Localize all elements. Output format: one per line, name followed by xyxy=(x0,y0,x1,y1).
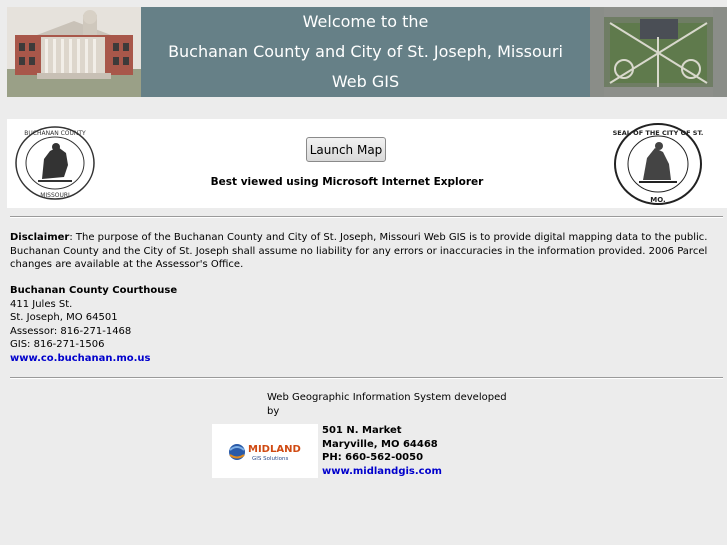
courthouse-contact: Buchanan County Courthouse 411 Jules St.… xyxy=(10,284,177,365)
seal-band: BUCHANAN COUNTY MISSOURI Launch Map Best… xyxy=(7,119,727,208)
welcome-title: Welcome to the Buchanan County and City … xyxy=(141,7,590,97)
browser-notice: Best viewed using Microsoft Internet Exp… xyxy=(210,176,484,188)
disclaimer-label: Disclaimer xyxy=(10,232,70,243)
svg-text:SEAL OF THE CITY OF ST.: SEAL OF THE CITY OF ST. xyxy=(613,129,703,137)
divider xyxy=(10,377,723,379)
disclaimer-text: Disclaimer: The purpose of the Buchanan … xyxy=(10,231,710,272)
assessor-phone: Assessor: 816-271-1468 xyxy=(10,325,132,337)
aerial-photo xyxy=(590,7,727,97)
launch-map-button[interactable]: Launch Map xyxy=(306,137,386,162)
midland-city: Maryville, MO 64468 xyxy=(322,438,438,450)
web-gis-line: Web GIS xyxy=(331,72,400,91)
buchanan-county-seal: BUCHANAN COUNTY MISSOURI xyxy=(14,125,96,201)
st-joseph-city-seal: SEAL OF THE CITY OF ST. MO. xyxy=(613,122,703,206)
midland-website-link[interactable]: www.midlandgis.com xyxy=(322,466,442,477)
header-banner: Welcome to the Buchanan County and City … xyxy=(7,7,727,97)
developed-by-text: Web Geographic Information System develo… xyxy=(267,392,507,417)
svg-text:MISSOURI: MISSOURI xyxy=(40,192,70,199)
midland-gis-logo[interactable]: MIDLAND GIS Solutions xyxy=(212,424,318,478)
logo-subtitle: GIS Solutions xyxy=(252,456,289,462)
courthouse-street: 411 Jules St. xyxy=(10,298,73,310)
courthouse-name: Buchanan County Courthouse xyxy=(10,285,178,296)
county-website-link[interactable]: www.co.buchanan.mo.us xyxy=(10,353,151,364)
site-name-line: Buchanan County and City of St. Joseph, … xyxy=(168,42,563,61)
svg-text:MO.: MO. xyxy=(650,196,665,204)
logo-name: MIDLAND xyxy=(248,444,301,455)
disclaimer-body: : The purpose of the Buchanan County and… xyxy=(10,232,708,270)
gis-phone: GIS: 816-271-1506 xyxy=(10,339,105,350)
courthouse-city: St. Joseph, MO 64501 xyxy=(10,312,118,323)
svg-text:BUCHANAN COUNTY: BUCHANAN COUNTY xyxy=(24,130,86,137)
divider xyxy=(10,216,723,218)
midland-phone: PH: 660-562-0050 xyxy=(322,452,424,463)
midland-street: 501 N. Market xyxy=(322,425,402,436)
midland-address: 501 N. Market Maryville, MO 64468 PH: 66… xyxy=(322,424,442,478)
welcome-line: Welcome to the xyxy=(302,12,429,31)
courthouse-photo xyxy=(7,7,141,97)
